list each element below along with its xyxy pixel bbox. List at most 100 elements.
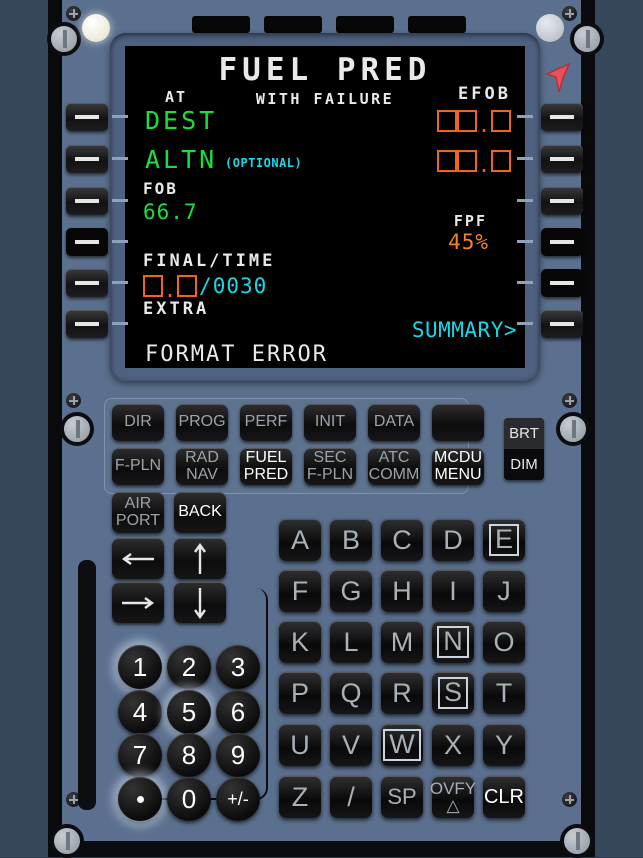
key-alpha-g[interactable]: G [330,570,372,612]
knob-bottom-right[interactable] [560,824,594,858]
key-decimal-point[interactable] [118,777,162,821]
key-mcdu-menu[interactable]: MCDU MENU [432,448,484,485]
lsk-r3[interactable] [541,187,583,215]
key-slash[interactable]: / [330,776,372,818]
lsk-l4[interactable] [66,228,108,256]
key-arrow-up[interactable] [174,538,226,579]
key-fuel-pred[interactable]: FUEL PRED [240,448,292,485]
key-alpha-j[interactable]: J [483,570,525,612]
lsk-r6[interactable] [541,310,583,338]
lsk-r4[interactable] [541,228,583,256]
efob-dest-entry-boxes[interactable]: . [436,110,511,135]
key-num-2[interactable]: 2 [167,645,211,689]
key-alpha-s[interactable]: S [432,672,474,714]
key-label-line1: BACK [178,503,222,521]
key-num-7[interactable]: 7 [118,733,162,777]
key-plus-minus[interactable]: +/- [216,777,260,821]
key-alpha-r[interactable]: R [381,672,423,714]
key-alpha-u[interactable]: U [279,724,321,766]
key-alpha-x[interactable]: X [432,724,474,766]
dest-value[interactable]: DEST [145,106,217,135]
lsk-tick-r3 [517,199,533,202]
annunciator-lamp-left[interactable] [82,14,110,42]
lsk-r5[interactable] [541,269,583,297]
key-num-9[interactable]: 9 [216,733,260,777]
lsk-l1[interactable] [66,103,108,131]
key-alpha-o[interactable]: O [483,621,525,663]
brt-button[interactable]: BRT [504,418,544,449]
key-arrow-down[interactable] [174,582,226,623]
key-num-6[interactable]: 6 [216,690,260,734]
key-init[interactable]: INIT [304,404,356,441]
key-data[interactable]: DATA [368,404,420,441]
knob-top-right[interactable] [570,22,604,56]
key-alpha-c[interactable]: C [381,519,423,561]
key-alpha-k[interactable]: K [279,621,321,663]
key-num-4[interactable]: 4 [118,690,162,734]
lsk-r2[interactable] [541,145,583,173]
lsk-l5[interactable] [66,269,108,297]
altn-value[interactable]: ALTN [145,145,217,174]
key-label: S [437,677,468,709]
extra-label: EXTRA [143,299,210,319]
key-alpha-a[interactable]: A [279,519,321,561]
lsk-r1[interactable] [541,103,583,131]
efob-altn-entry-boxes[interactable]: . [436,150,511,175]
knob-top-left[interactable] [47,22,81,56]
key-overfly[interactable]: OVFY △ [430,776,476,818]
final-time-row[interactable]: . /0030 [143,274,267,300]
key-alpha-f[interactable]: F [279,570,321,612]
key-alpha-n[interactable]: N [432,621,474,663]
key-alpha-v[interactable]: V [330,724,372,766]
key-prog[interactable]: PROG [176,404,228,441]
key-alpha-z[interactable]: Z [279,776,321,818]
key-alpha-b[interactable]: B [330,519,372,561]
fpf-label: FPF [453,212,487,230]
key-arrow-right[interactable] [112,582,164,623]
knob-bottom-left[interactable] [50,824,84,858]
key-num-8[interactable]: 8 [167,733,211,777]
key-perf[interactable]: PERF [240,404,292,441]
lsk-l2[interactable] [66,145,108,173]
key-alpha-i[interactable]: I [432,570,474,612]
knob-mid-left[interactable] [60,412,94,446]
key-alpha-e[interactable]: E [483,519,525,561]
key-alpha-d[interactable]: D [432,519,474,561]
arrow-right-icon [122,596,155,609]
key-arrow-left[interactable] [112,538,164,579]
key-num-1[interactable]: 1 [118,645,162,689]
annunciator-lamp-right[interactable] [536,14,564,42]
key-blank[interactable] [432,404,484,441]
key-alpha-m[interactable]: M [381,621,423,663]
key-atc-comm[interactable]: ATC COMM [368,448,420,485]
knob-mid-right[interactable] [556,412,590,446]
key-space[interactable]: SP [381,776,423,818]
key-label-line1: MCDU [434,448,482,466]
key-label: H [392,575,412,606]
key-alpha-t[interactable]: T [483,672,525,714]
lsk-l3[interactable] [66,187,108,215]
lsk-l6[interactable] [66,310,108,338]
final-entry-boxes: . [143,275,198,300]
summary-link[interactable]: SUMMARY> [412,318,517,342]
key-back[interactable]: BACK [174,492,226,533]
key-sec-fpln[interactable]: SEC F-PLN [304,448,356,485]
key-alpha-w[interactable]: W [381,724,423,766]
dim-button[interactable]: DIM [504,449,544,480]
key-label: PROG [178,413,226,431]
key-rad-nav[interactable]: RAD NAV [176,448,228,485]
key-alpha-q[interactable]: Q [330,672,372,714]
key-airport[interactable]: AIR PORT [112,492,164,533]
key-num-3[interactable]: 3 [216,645,260,689]
brightness-rocker[interactable]: BRT DIM [504,418,544,480]
key-label: 7 [132,739,148,770]
key-num-5[interactable]: 5 [167,690,211,734]
key-alpha-y[interactable]: Y [483,724,525,766]
key-alpha-h[interactable]: H [381,570,423,612]
key-num-0[interactable]: 0 [167,777,211,821]
key-alpha-l[interactable]: L [330,621,372,663]
key-clear[interactable]: CLR [483,776,525,818]
key-fpln[interactable]: F-PLN [112,448,164,485]
key-alpha-p[interactable]: P [279,672,321,714]
key-dir[interactable]: DIR [112,404,164,441]
